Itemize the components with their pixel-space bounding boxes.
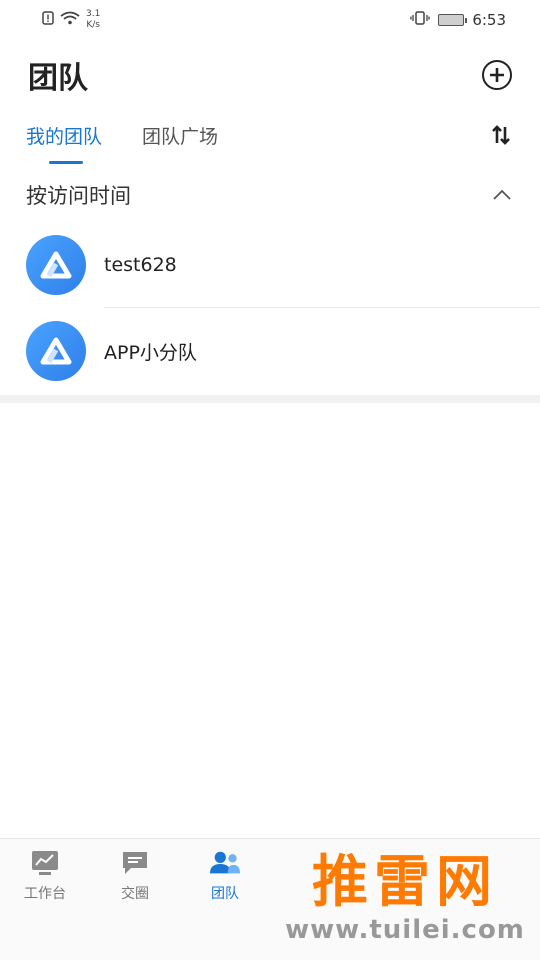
team-logo-icon (40, 251, 72, 279)
sort-section-header[interactable]: 按访问时间 (0, 170, 540, 220)
page-header: 团队 (0, 50, 540, 100)
section-title: 按访问时间 (26, 184, 131, 208)
team-name: test628 (104, 254, 177, 276)
clock: 6:53 (472, 11, 506, 29)
team-list: test628 APP小分队 (0, 222, 540, 394)
nav-label: 工作台 (24, 886, 66, 902)
status-left: 3.1 K/s (42, 9, 100, 31)
tab-my-teams[interactable]: 我的团队 (26, 122, 102, 149)
team-avatar (26, 235, 86, 295)
tab-bar: 我的团队 团队广场 (0, 112, 540, 166)
vibrate-icon (410, 11, 430, 29)
network-speed-value: 3.1 (86, 9, 101, 19)
network-speed: 3.1 K/s (86, 9, 100, 31)
team-name: APP小分队 (104, 341, 197, 364)
active-tab-indicator (49, 161, 83, 164)
alert-icon (42, 11, 54, 29)
team-logo-icon (40, 337, 72, 365)
nav-label: 交圈 (121, 886, 149, 902)
team-row[interactable]: APP小分队 (0, 308, 540, 394)
plus-icon (490, 68, 504, 82)
page-title: 团队 (28, 61, 88, 96)
bottom-nav: 工作台 交圈 团队 推雷网 www.tuilei.com (0, 838, 540, 960)
chevron-up-icon[interactable] (492, 185, 512, 206)
team-row[interactable]: test628 (0, 222, 540, 308)
tab-team-square[interactable]: 团队广场 (142, 122, 218, 149)
status-bar: 3.1 K/s 6:53 (0, 0, 540, 40)
wifi-icon (60, 11, 80, 29)
chat-bubble-icon (120, 849, 150, 877)
chart-monitor-icon (30, 849, 60, 877)
watermark: 推雷网 www.tuilei.com (270, 839, 540, 960)
battery-icon (438, 14, 468, 26)
status-right: 6:53 (410, 11, 506, 29)
nav-workbench[interactable]: 工作台 (0, 849, 90, 903)
add-team-button[interactable] (482, 60, 512, 90)
watermark-main: 推雷网 (312, 849, 498, 915)
sort-icon[interactable] (490, 124, 512, 151)
list-bottom-divider (0, 395, 540, 403)
nav-circle[interactable]: 交圈 (90, 849, 180, 903)
team-avatar (26, 321, 86, 381)
nav-label: 团队 (211, 886, 239, 902)
network-speed-unit: K/s (86, 20, 100, 30)
people-icon (210, 849, 240, 877)
watermark-url: www.tuilei.com (285, 914, 525, 945)
nav-team[interactable]: 团队 (180, 849, 270, 903)
